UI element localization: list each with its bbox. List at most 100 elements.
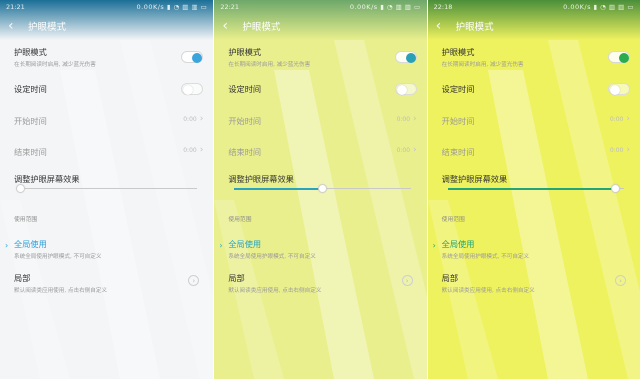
- customize-arrow-button[interactable]: ›: [614, 275, 626, 286]
- end-time-label: 结束时间: [441, 147, 475, 157]
- scope-header: 使用范围: [441, 217, 465, 223]
- title-bar: ‹ 护眼模式: [436, 15, 632, 37]
- end-time-text: 0:00: [396, 147, 411, 154]
- end-time-row[interactable]: 结束时间: [14, 146, 203, 158]
- effect-slider[interactable]: [15, 184, 198, 193]
- start-time-label: 开始时间: [228, 116, 262, 126]
- schedule-row[interactable]: 设定时间: [228, 83, 416, 95]
- title-bar: ‹ 护眼模式: [222, 15, 418, 37]
- global-use-option[interactable]: 全局使用 系统全局使用护眼模式, 不可自定义: [442, 238, 630, 260]
- end-time-row[interactable]: 结束时间: [442, 146, 630, 158]
- start-time-text: 0:00: [396, 116, 411, 123]
- start-time-row[interactable]: 开始时间: [442, 115, 630, 127]
- settings-list: 护眼模式 在长期阅读时启用, 减少蓝光伤害 设定时间 开始时间 0:00 › 结束…: [214, 40, 426, 379]
- page-title: 护眼模式: [455, 22, 494, 33]
- global-use-label: 全局使用: [14, 239, 47, 249]
- title-area: 22:18 0.00K/s ▮ ◔ ▥ ▥ ▭ ‹ 护眼模式: [428, 0, 640, 40]
- chevron-right-icon: ›: [199, 114, 204, 124]
- start-time-label: 开始时间: [441, 116, 475, 126]
- schedule-row[interactable]: 设定时间: [14, 83, 203, 95]
- status-bar: 22:18 0.00K/s ▮ ◔ ▥ ▥ ▭: [434, 2, 634, 12]
- eye-mode-toggle[interactable]: [607, 51, 630, 63]
- eye-mode-description: 在长期阅读时启用, 减少蓝光伤害: [14, 62, 96, 68]
- eye-mode-description: 在长期阅读时启用, 减少蓝光伤害: [228, 62, 311, 68]
- start-time-row[interactable]: 开始时间: [14, 115, 203, 127]
- start-time-text: 0:00: [183, 116, 197, 123]
- global-use-description: 系统全局使用护眼模式, 不可自定义: [228, 254, 316, 260]
- global-use-label: 全局使用: [441, 239, 475, 249]
- status-time: 22:18: [433, 3, 453, 11]
- global-use-description: 系统全局使用护眼模式, 不可自定义: [441, 254, 530, 260]
- phone-screen-3: 22:18 0.00K/s ▮ ◔ ▥ ▥ ▭ ‹ 护眼模式 护眼模式 在长期阅…: [426, 0, 640, 379]
- phone-screen-2: 22:21 0.00K/s ▮ ◔ ▥ ▥ ▭ ‹ 护眼模式 护眼模式 在长期阅…: [213, 0, 427, 379]
- status-indicators: 0.00K/s ▮ ◔ ▥ ▥ ▭: [136, 3, 208, 11]
- eye-mode-toggle[interactable]: [394, 51, 417, 63]
- end-time-label: 结束时间: [228, 147, 262, 157]
- schedule-label: 设定时间: [14, 84, 47, 94]
- start-time-value[interactable]: 0:00 ›: [397, 115, 417, 124]
- partial-use-description: 默认阅读类应用使用, 点击右侧自定义: [14, 288, 108, 294]
- scope-header-row: 使用范围: [14, 214, 203, 223]
- status-bar: 22:21 0.00K/s ▮ ◔ ▥ ▥ ▭: [220, 2, 420, 12]
- schedule-label: 设定时间: [228, 84, 262, 94]
- eye-mode-toggle[interactable]: [181, 51, 204, 63]
- status-time: 22:21: [220, 3, 240, 11]
- start-time-text: 0:00: [609, 116, 624, 123]
- status-indicators: 0.00K/s ▮ ◔ ▥ ▥ ▭: [563, 3, 634, 11]
- end-time-text: 0:00: [183, 147, 197, 154]
- start-time-value[interactable]: 0:00 ›: [610, 115, 630, 124]
- chevron-right-icon: ›: [626, 145, 630, 155]
- schedule-toggle[interactable]: [181, 83, 204, 95]
- comparison-screens: 21:21 0.00K/s ▮ ◔ ▥ ▥ ▭ ‹ 护眼模式 护眼模式 在长期阅…: [0, 0, 640, 379]
- partial-use-option[interactable]: 局部 默认阅读类应用使用, 点击右侧自定义: [228, 272, 416, 294]
- partial-use-description: 默认阅读类应用使用, 点击右侧自定义: [228, 288, 322, 294]
- scope-header-row: 使用范围: [442, 214, 630, 223]
- effect-slider[interactable]: [447, 184, 624, 193]
- end-time-label: 结束时间: [14, 147, 47, 157]
- back-arrow-icon[interactable]: ‹: [8, 18, 20, 34]
- selected-chevron-icon: ›: [219, 241, 223, 250]
- global-use-option[interactable]: 全局使用 系统全局使用护眼模式, 不可自定义: [228, 238, 416, 260]
- chevron-right-icon: ›: [199, 145, 204, 155]
- customize-arrow-button[interactable]: ›: [401, 275, 413, 286]
- start-time-value[interactable]: 0:00 ›: [183, 115, 203, 124]
- eye-mode-label: 护眼模式: [14, 47, 47, 57]
- partial-use-label: 局部: [441, 273, 459, 283]
- eye-mode-row[interactable]: 护眼模式 在长期阅读时启用, 减少蓝光伤害: [442, 46, 630, 68]
- end-time-row[interactable]: 结束时间: [228, 146, 416, 158]
- back-arrow-icon[interactable]: ‹: [222, 18, 234, 34]
- chevron-right-icon: ›: [413, 145, 417, 155]
- status-time: 21:21: [6, 3, 25, 11]
- slider-thumb[interactable]: [15, 184, 25, 193]
- partial-use-option[interactable]: 局部 默认阅读类应用使用, 点击右侧自定义: [14, 272, 203, 294]
- schedule-row[interactable]: 设定时间: [442, 83, 630, 95]
- schedule-toggle[interactable]: [607, 83, 630, 95]
- settings-list: 护眼模式 在长期阅读时启用, 减少蓝光伤害 设定时间 开始时间 0:00 › 结束…: [428, 40, 640, 379]
- back-arrow-icon[interactable]: ‹: [436, 18, 448, 34]
- title-bar: ‹ 护眼模式: [8, 15, 205, 37]
- start-time-row[interactable]: 开始时间: [228, 115, 416, 127]
- effect-slider[interactable]: [234, 184, 411, 193]
- global-use-description: 系统全局使用护眼模式, 不可自定义: [14, 254, 102, 260]
- slider-thumb[interactable]: [610, 184, 620, 193]
- end-time-text: 0:00: [609, 147, 624, 154]
- start-time-label: 开始时间: [14, 116, 47, 126]
- end-time-value[interactable]: 0:00 ›: [610, 146, 630, 155]
- selected-chevron-icon: ›: [5, 241, 9, 250]
- selected-chevron-icon: ›: [432, 241, 436, 250]
- end-time-value[interactable]: 0:00 ›: [183, 146, 203, 155]
- schedule-label: 设定时间: [441, 84, 475, 94]
- status-bar: 21:21 0.00K/s ▮ ◔ ▥ ▥ ▭: [6, 2, 207, 12]
- eye-mode-row[interactable]: 护眼模式 在长期阅读时启用, 减少蓝光伤害: [228, 46, 416, 68]
- global-use-option[interactable]: 全局使用 系统全局使用护眼模式, 不可自定义: [14, 238, 203, 260]
- eye-mode-row[interactable]: 护眼模式 在长期阅读时启用, 减少蓝光伤害: [14, 46, 203, 68]
- scope-header: 使用范围: [14, 217, 38, 223]
- slider-thumb[interactable]: [317, 184, 327, 193]
- partial-use-label: 局部: [14, 273, 31, 283]
- partial-use-option[interactable]: 局部 默认阅读类应用使用, 点击右侧自定义: [442, 272, 630, 294]
- eye-mode-description: 在长期阅读时启用, 减少蓝光伤害: [441, 62, 524, 68]
- partial-use-label: 局部: [228, 273, 245, 283]
- global-use-label: 全局使用: [228, 239, 262, 249]
- schedule-toggle[interactable]: [394, 83, 417, 95]
- end-time-value[interactable]: 0:00 ›: [397, 146, 417, 155]
